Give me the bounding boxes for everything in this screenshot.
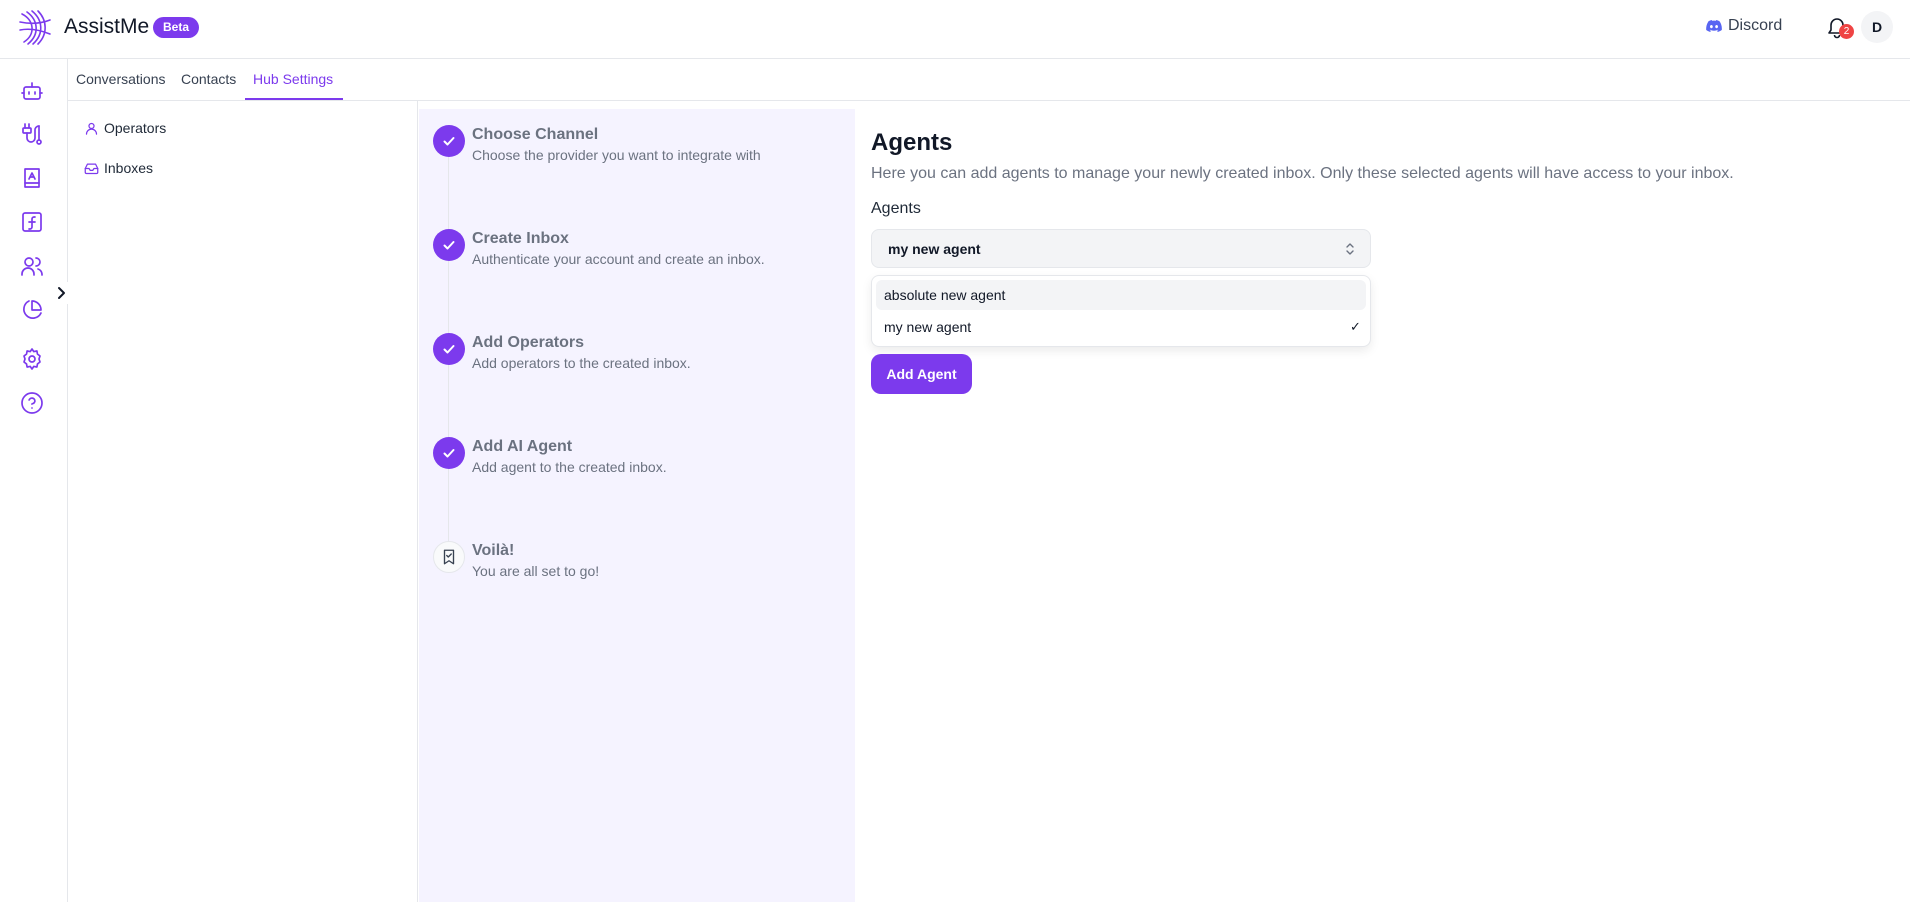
top-tabs: Conversations Contacts Hub Settings — [68, 59, 1910, 101]
active-tab-indicator — [245, 98, 343, 100]
check-icon — [433, 437, 465, 469]
step-description: Choose the provider you want to integrat… — [472, 147, 761, 163]
agent-option-absolute-new-agent[interactable]: absolute new agent — [876, 280, 1366, 310]
page-title: Agents — [871, 129, 953, 156]
menu-item-label: Operators — [104, 120, 167, 136]
function-icon[interactable] — [20, 210, 44, 234]
check-icon — [433, 229, 465, 261]
settings-menu: Operators Inboxes — [68, 101, 418, 902]
option-label: absolute new agent — [884, 287, 1006, 303]
add-agent-button[interactable]: Add Agent — [871, 354, 972, 394]
agents-dropdown-list: absolute new agent my new agent ✓ — [871, 275, 1371, 347]
user-avatar[interactable]: D — [1861, 11, 1893, 43]
pie-chart-icon[interactable] — [20, 298, 44, 322]
menu-item-operators[interactable]: Operators — [84, 120, 166, 136]
bot-icon[interactable] — [20, 79, 44, 103]
step-title: Add AI Agent — [472, 438, 573, 455]
option-label: my new agent — [884, 319, 972, 335]
agents-field-label: Agents — [871, 200, 921, 217]
step-description: Authenticate your account and create an … — [472, 251, 765, 267]
check-icon — [433, 125, 465, 157]
discord-label: Discord — [1728, 17, 1783, 34]
bookmark-check-icon — [433, 541, 465, 573]
top-header: AssistMe Beta Discord 2 D — [0, 0, 1910, 59]
gear-icon[interactable] — [20, 347, 44, 371]
beta-badge: Beta — [153, 17, 200, 38]
brand-name: AssistMe — [64, 15, 150, 38]
help-icon[interactable] — [20, 391, 44, 415]
step-title: Create Inbox — [472, 230, 569, 247]
check-icon — [433, 333, 465, 365]
step-description: Add agent to the created inbox. — [472, 459, 667, 475]
chevron-up-down-icon — [1346, 243, 1354, 255]
assistme-logo-icon[interactable] — [18, 8, 52, 46]
menu-item-inboxes[interactable]: Inboxes — [84, 160, 153, 176]
check-icon: ✓ — [1350, 319, 1361, 334]
page-description: Here you can add agents to manage your n… — [871, 165, 1734, 182]
setup-steps-panel: Choose Channel Choose the provider you w… — [419, 109, 855, 902]
step-title: Add Operators — [472, 334, 585, 351]
inbox-icon — [84, 163, 99, 174]
step-title: Voilà! — [472, 542, 515, 559]
contacts-book-icon[interactable] — [20, 166, 44, 190]
tab-conversations[interactable]: Conversations — [76, 71, 166, 87]
step-title: Choose Channel — [472, 126, 599, 143]
step-description: You are all set to go! — [472, 563, 600, 579]
discord-icon — [1706, 19, 1722, 32]
user-icon — [85, 122, 98, 135]
agent-option-my-new-agent[interactable]: my new agent ✓ — [876, 312, 1366, 342]
step-description: Add operators to the created inbox. — [472, 355, 691, 371]
agents-select-value: my new agent — [888, 241, 981, 257]
tab-contacts[interactable]: Contacts — [181, 71, 236, 87]
workflow-icon[interactable] — [20, 122, 44, 146]
icon-rail — [0, 59, 68, 902]
discord-link[interactable]: Discord — [1706, 17, 1782, 35]
users-icon[interactable] — [20, 254, 44, 278]
agents-select[interactable]: my new agent — [871, 229, 1371, 268]
notification-count-badge: 2 — [1839, 24, 1854, 39]
tab-hub-settings[interactable]: Hub Settings — [253, 71, 333, 87]
menu-item-label: Inboxes — [104, 160, 154, 176]
